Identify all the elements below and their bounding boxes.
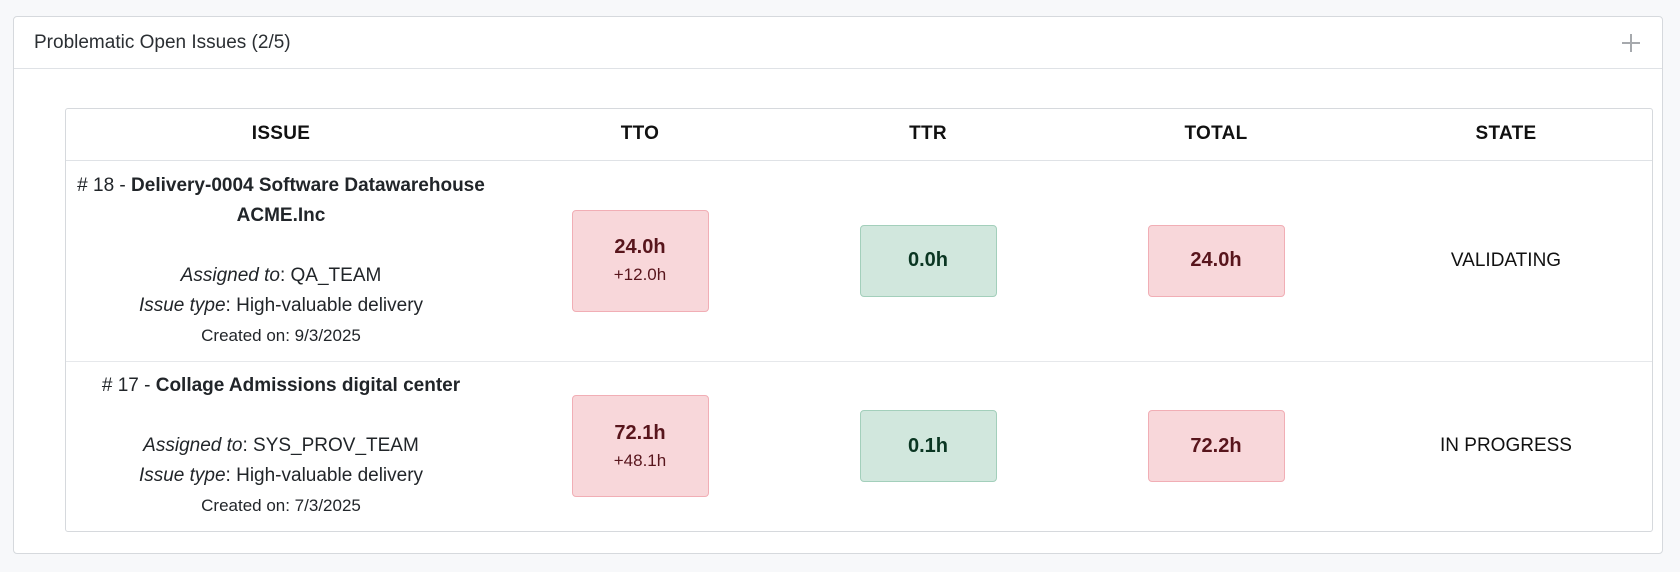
header-state: STATE: [1360, 109, 1652, 161]
state-cell: VALIDATING: [1360, 160, 1652, 362]
issue-assigned: Assigned to: SYS_PROV_TEAM: [76, 431, 486, 461]
problematic-issues-panel: Problematic Open Issues (2/5) ISSUE TTO …: [13, 16, 1663, 554]
tto-cell: 24.0h +12.0h: [496, 160, 784, 362]
type-value: : High-valuable delivery: [225, 465, 424, 487]
assigned-label: Assigned to: [143, 435, 243, 457]
ttr-cell: 0.0h: [784, 160, 1072, 362]
ttr-badge: 0.1h: [859, 410, 997, 483]
header-issue: ISSUE: [66, 109, 496, 161]
issue-assigned: Assigned to: QA_TEAM: [76, 261, 486, 291]
header-total: TOTAL: [1072, 109, 1360, 161]
assigned-label: Assigned to: [180, 264, 280, 286]
header-tto: TTO: [496, 109, 784, 161]
ttr-badge: 0.0h: [859, 224, 997, 297]
panel-header[interactable]: Problematic Open Issues (2/5): [14, 17, 1662, 69]
issue-type: Issue type: High-valuable delivery: [76, 461, 486, 491]
issue-cell: # 17 - Collage Admissions digital center…: [66, 361, 496, 531]
total-badge: 24.0h: [1147, 224, 1285, 297]
type-label: Issue type: [138, 294, 226, 316]
total-value: 72.2h: [1190, 434, 1242, 457]
tto-badge: 24.0h +12.0h: [571, 209, 709, 312]
issue-type: Issue type: High-valuable delivery: [76, 291, 486, 321]
issue-created: Created on: 7/3/2025: [201, 496, 361, 516]
total-cell: 72.2h: [1072, 361, 1360, 531]
issue-cell: # 18 - Delivery-0004 Software Datawareho…: [66, 160, 496, 362]
ttr-cell: 0.1h: [784, 361, 1072, 531]
plus-icon[interactable]: [1620, 32, 1642, 54]
issue-name: Delivery-0004 Software Datawarehouse ACM…: [131, 174, 485, 226]
table-row[interactable]: # 18 - Delivery-0004 Software Datawareho…: [66, 160, 1652, 362]
tto-value: 24.0h: [614, 236, 666, 258]
type-value: : High-valuable delivery: [225, 294, 424, 316]
ttr-value: 0.0h: [907, 249, 949, 271]
tto-badge: 72.1h +48.1h: [571, 395, 709, 498]
table-header-row: ISSUE TTO TTR TOTAL STATE: [66, 109, 1652, 161]
total-cell: 24.0h: [1072, 160, 1360, 362]
total-badge: 72.2h: [1147, 410, 1285, 483]
tto-cell: 72.1h +48.1h: [496, 361, 784, 531]
issue-name: Collage Admissions digital center: [155, 375, 461, 397]
type-label: Issue type: [138, 465, 226, 487]
issue-title[interactable]: # 17 - Collage Admissions digital center: [76, 371, 486, 401]
total-value: 24.0h: [1190, 249, 1242, 271]
assigned-value: : SYS_PROV_TEAM: [242, 435, 419, 457]
ttr-value: 0.1h: [907, 434, 949, 457]
state-cell: IN PROGRESS: [1440, 435, 1572, 457]
panel-title: Problematic Open Issues (2/5): [34, 31, 291, 53]
tto-delta: +48.1h: [613, 450, 667, 470]
table-row[interactable]: # 17 - Collage Admissions digital center…: [66, 361, 1652, 531]
issue-title[interactable]: # 18 - Delivery-0004 Software Datawareho…: [76, 171, 486, 231]
issues-table: ISSUE TTO TTR TOTAL STATE # 18 - Deliver…: [66, 109, 1652, 531]
tto-delta: +12.0h: [613, 265, 667, 284]
issue-number: # 18 -: [77, 174, 126, 196]
issue-number: # 17 -: [101, 375, 151, 397]
assigned-value: : QA_TEAM: [279, 264, 382, 286]
issue-created: Created on: 9/3/2025: [201, 325, 361, 345]
issues-table-container: ISSUE TTO TTR TOTAL STATE # 18 - Deliver…: [65, 108, 1653, 532]
header-ttr: TTR: [784, 109, 1072, 161]
tto-value: 72.1h: [614, 421, 666, 444]
